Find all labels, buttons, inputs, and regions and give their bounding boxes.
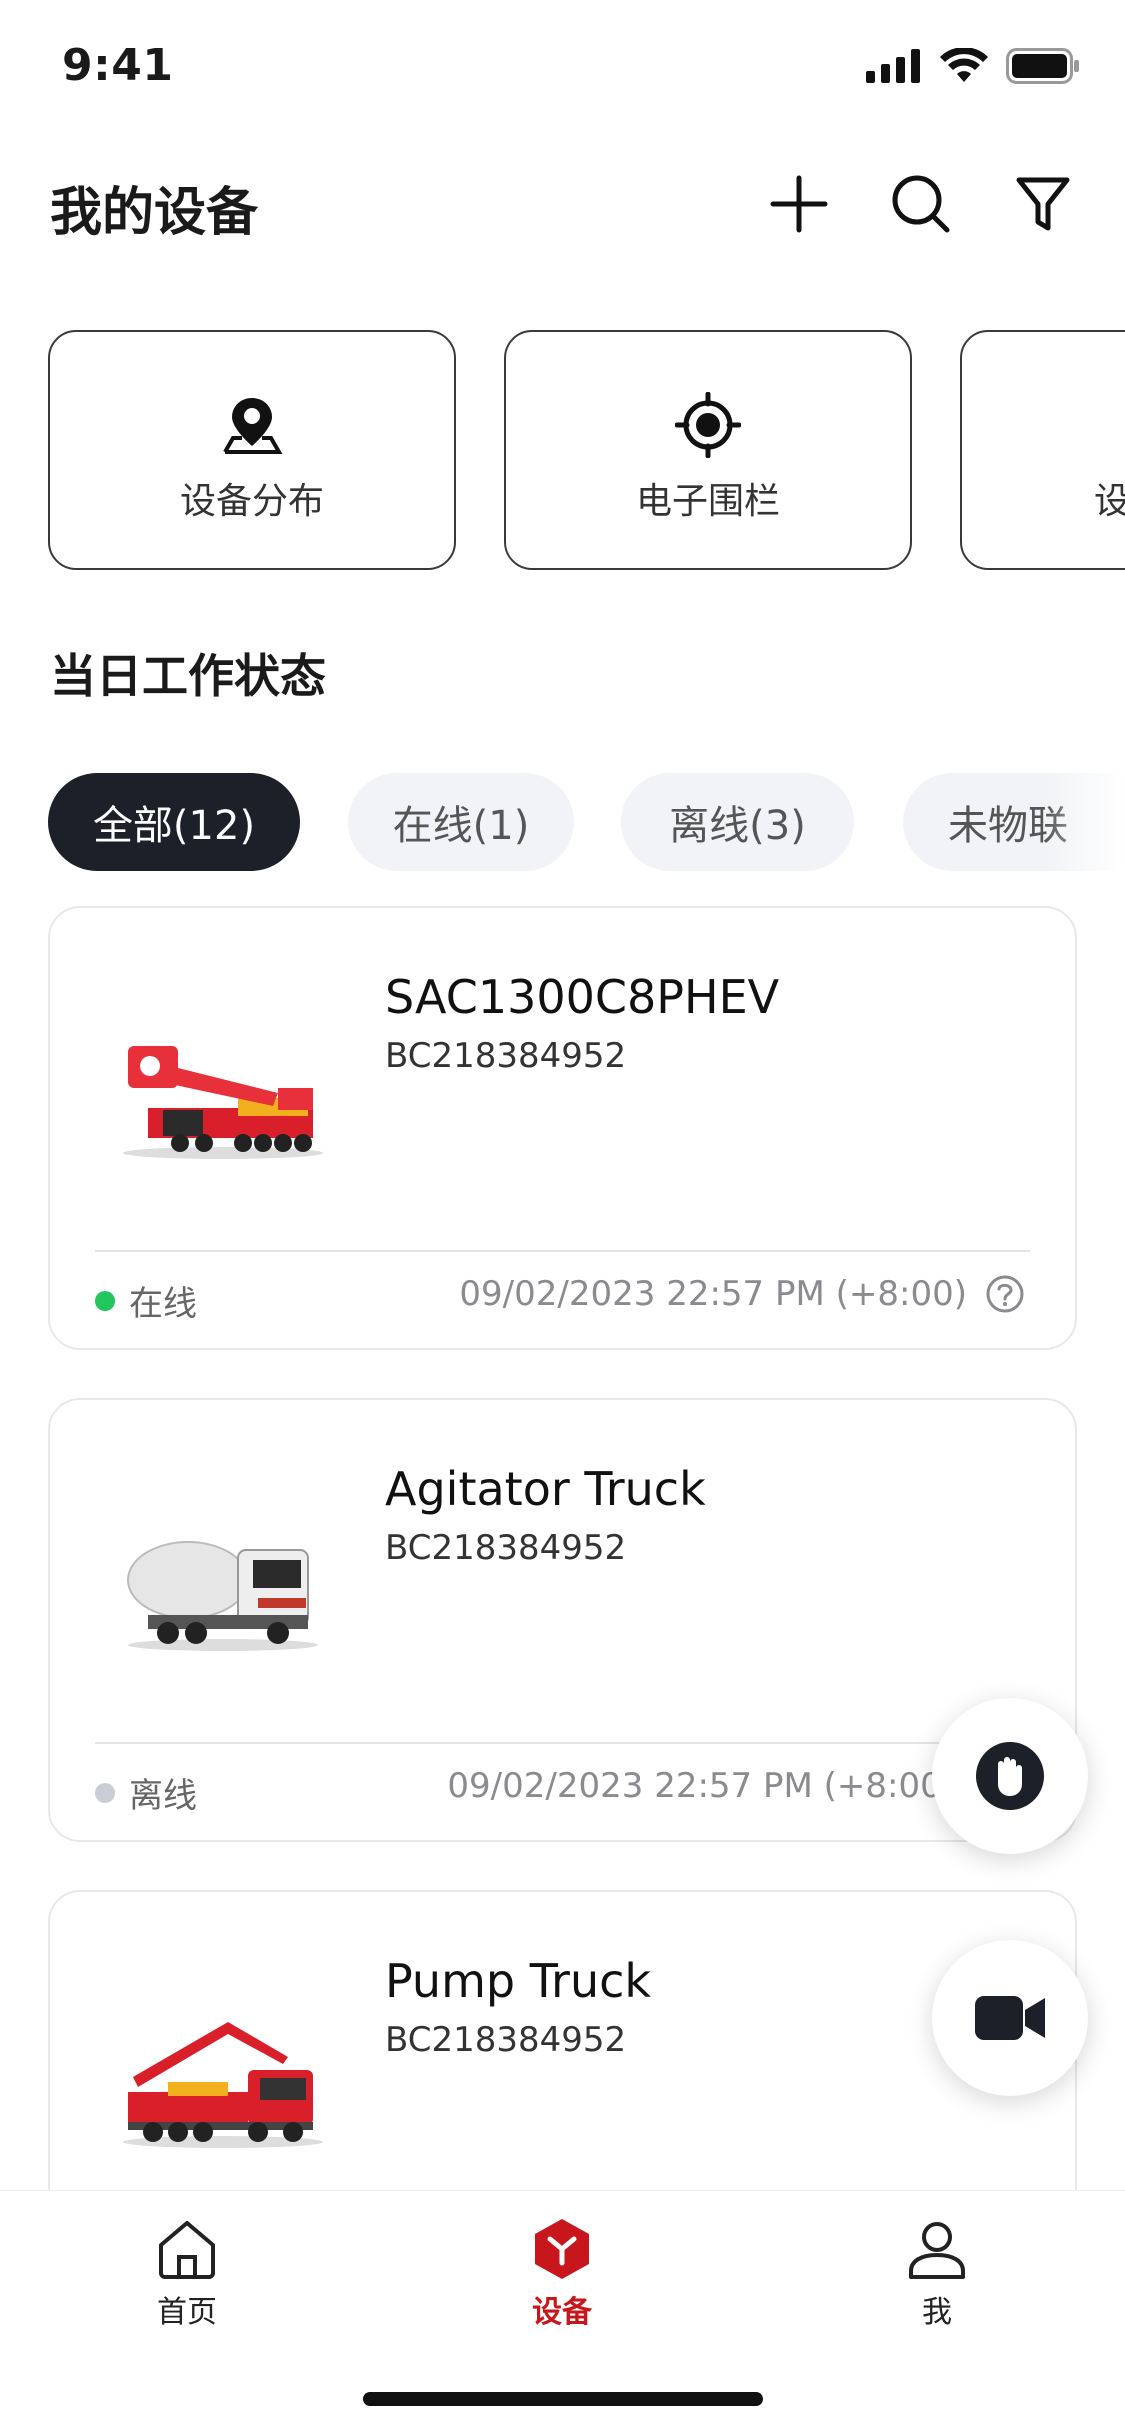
- quick-card-geofence[interactable]: 电子围栏: [504, 330, 912, 570]
- search-button[interactable]: [889, 172, 953, 236]
- device-status: 在线: [95, 1276, 197, 1325]
- last-update-time: 09/02/2023 22:57 PM (+8:00): [447, 1766, 955, 1806]
- tab-offline[interactable]: 离线(3): [621, 773, 854, 871]
- status-dot-online: [95, 1290, 115, 1311]
- quick-actions: 设备分布 电子围栏 设: [48, 330, 1125, 570]
- filter-button[interactable]: [1011, 172, 1075, 236]
- divider: [95, 1250, 1030, 1252]
- status-dot-offline: [95, 1782, 115, 1803]
- device-serial: BC218384952: [385, 2020, 627, 2060]
- status-label: 离线: [129, 1776, 197, 1816]
- tabs-fade: [1045, 773, 1125, 871]
- crane-truck-image: [123, 1046, 323, 1159]
- last-update-time: 09/02/2023 22:57 PM (+8:00): [459, 1274, 967, 1314]
- quick-card-label: 设: [1094, 481, 1125, 522]
- location-pin-icon: [217, 390, 287, 460]
- user-icon: [909, 2222, 965, 2279]
- quick-card-label: 设备分布: [179, 481, 324, 522]
- home-icon: [159, 2221, 215, 2279]
- device-cube-icon: [535, 2219, 589, 2279]
- header: 我的设备: [0, 160, 1125, 250]
- home-indicator: [363, 2392, 763, 2406]
- divider: [95, 1742, 1030, 1744]
- status-tabs: 全部(12) 在线(1) 离线(3) 未物联: [48, 773, 1125, 871]
- add-button[interactable]: [767, 172, 831, 236]
- device-serial: BC218384952: [385, 1036, 627, 1076]
- search-icon: [892, 175, 950, 233]
- status-time: 9:41: [62, 40, 174, 91]
- mixer-truck-image: [127, 1541, 318, 1651]
- filter-icon: [1016, 177, 1070, 231]
- device-time: 09/02/2023 22:57 PM (+8:00): [459, 1274, 1025, 1314]
- video-camera-icon: [975, 1996, 1045, 2040]
- pump-truck-image: [123, 2022, 323, 2148]
- nav-devices[interactable]: 设备: [472, 2217, 652, 2331]
- plus-icon: [770, 175, 828, 233]
- status-icons: [866, 48, 1080, 84]
- nav-label: 首页: [157, 2295, 217, 2330]
- help-icon[interactable]: [985, 1274, 1025, 1314]
- device-serial: BC218384952: [385, 1528, 627, 1568]
- quick-card-distribution[interactable]: 设备分布: [48, 330, 456, 570]
- device-card[interactable]: SAC1300C8PHEV BC218384952 在线 09/02/2023 …: [48, 906, 1077, 1350]
- target-icon: [673, 390, 743, 460]
- page-title: 我的设备: [50, 183, 259, 243]
- quick-card-label: 电子围栏: [635, 481, 780, 522]
- device-status: 离线: [95, 1768, 197, 1817]
- device-name: SAC1300C8PHEV: [385, 970, 780, 1024]
- tab-online[interactable]: 在线(1): [348, 773, 574, 871]
- wifi-icon: [940, 48, 988, 82]
- battery-icon: [1006, 48, 1079, 84]
- status-label: 在线: [129, 1284, 197, 1324]
- device-name: Agitator Truck: [385, 1462, 706, 1516]
- device-card[interactable]: Agitator Truck BC218384952 离线 09/02/2023…: [48, 1398, 1077, 1842]
- signal-icon: [866, 49, 920, 83]
- nav-label: 设备: [532, 2295, 592, 2330]
- video-button[interactable]: [932, 1940, 1088, 2096]
- device-card[interactable]: Pump Truck BC218384952: [48, 1890, 1077, 2210]
- tab-all[interactable]: 全部(12): [48, 773, 300, 871]
- hand-stop-button[interactable]: [932, 1698, 1088, 1854]
- nav-home[interactable]: 首页: [97, 2217, 277, 2331]
- nav-label: 我: [922, 2295, 952, 2330]
- nav-me[interactable]: 我: [847, 2217, 1027, 2331]
- header-actions: [767, 172, 1075, 236]
- hand-stop-icon: [976, 1742, 1044, 1810]
- device-name: Pump Truck: [385, 1954, 652, 2008]
- section-title: 当日工作状态: [50, 649, 326, 703]
- quick-card-more[interactable]: 设: [960, 330, 1125, 570]
- device-time: 09/02/2023 22:57 PM (+8:00): [447, 1766, 955, 1806]
- status-bar: 9:41: [0, 0, 1125, 135]
